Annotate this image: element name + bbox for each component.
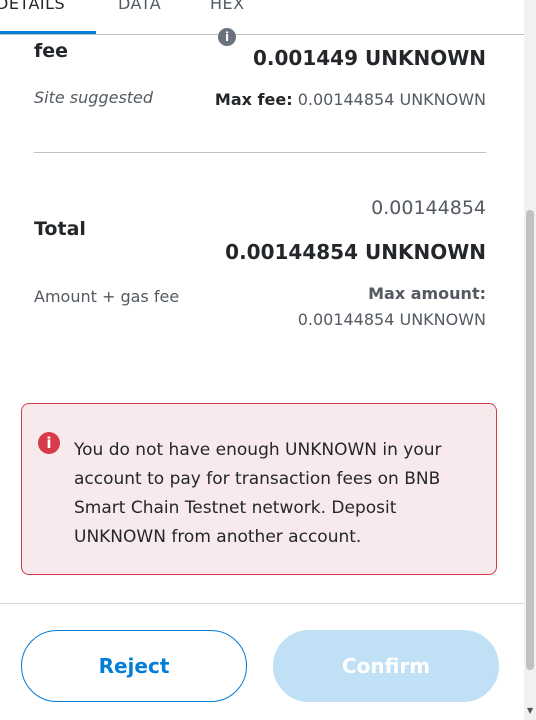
scrollbar-thumb[interactable] xyxy=(526,210,534,670)
gas-fee-value: 0.001449 UNKNOWN xyxy=(253,46,486,70)
max-amount-label: Max amount: xyxy=(368,284,486,303)
section-divider xyxy=(34,152,486,153)
max-fee-value: 0.00144854 UNKNOWN xyxy=(297,90,486,109)
gas-fee-label: fee xyxy=(34,40,69,62)
scroll-down-arrow-icon[interactable]: ▼ xyxy=(527,706,533,715)
info-icon: i xyxy=(38,432,60,454)
amount-gas-fee-label: Amount + gas fee xyxy=(34,287,180,306)
gas-info-icon[interactable]: i xyxy=(218,28,236,46)
tab-bar: DETAILS DATA HEX xyxy=(0,0,524,35)
tab-details[interactable]: DETAILS xyxy=(0,0,65,13)
insufficient-funds-alert: i You do not have enough UNKNOWN in your… xyxy=(21,403,497,575)
alert-message: You do not have enough UNKNOWN in your a… xyxy=(74,440,442,547)
total-primary-value: 0.00144854 UNKNOWN xyxy=(225,240,486,264)
max-fee-line: Max fee: 0.00144854 UNKNOWN xyxy=(215,90,486,109)
footer-divider xyxy=(0,603,524,604)
total-label: Total xyxy=(34,218,86,240)
reject-button[interactable]: Reject xyxy=(21,630,247,702)
confirm-button[interactable]: Confirm xyxy=(273,630,499,702)
max-amount-value: 0.00144854 UNKNOWN xyxy=(297,310,486,329)
tab-data[interactable]: DATA xyxy=(118,0,161,13)
active-tab-indicator xyxy=(0,31,96,34)
total-secondary-value: 0.00144854 xyxy=(371,197,486,219)
max-fee-label: Max fee: xyxy=(214,90,293,109)
site-suggested-label[interactable]: Site suggested xyxy=(34,88,153,107)
tab-hex[interactable]: HEX xyxy=(210,0,245,13)
